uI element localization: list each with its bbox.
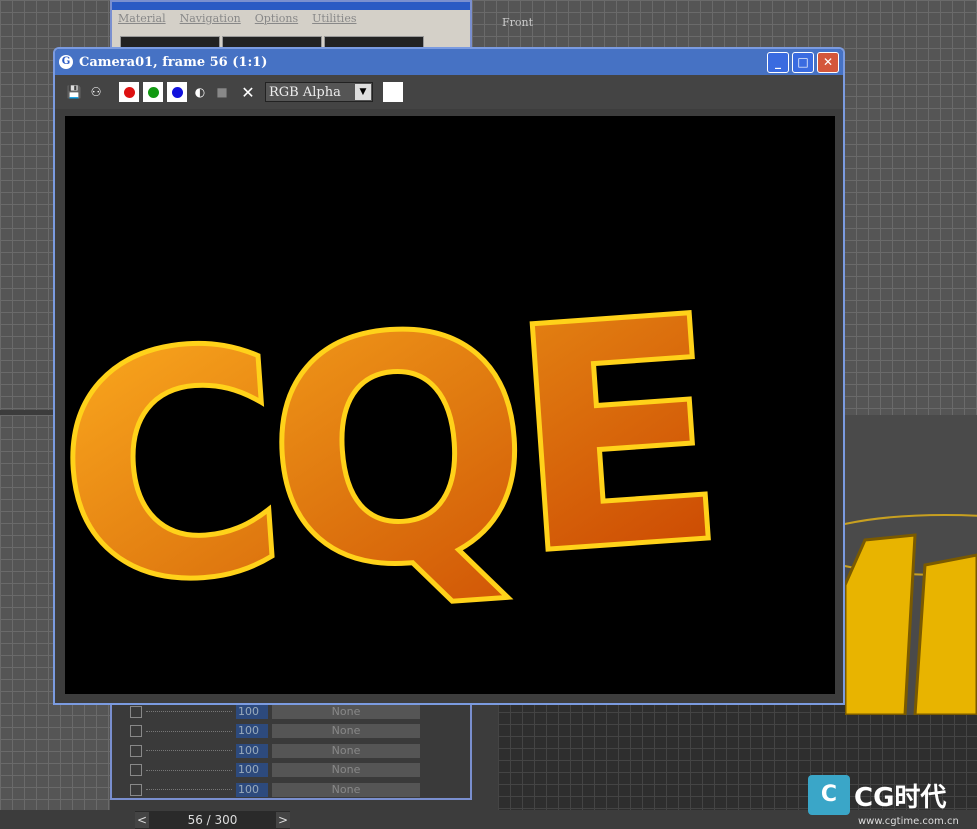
logo-url: www.cgtime.com.cn: [858, 816, 959, 827]
render-toolbar: 💾 ⚇ ◐ ■ ✕ RGB Alpha ▼: [55, 75, 843, 109]
save-icon[interactable]: 💾: [65, 83, 83, 101]
map-button[interactable]: None: [272, 782, 420, 797]
render-window-titlebar[interactable]: G Camera01, frame 56 (1:1) _ □ ✕: [55, 49, 843, 75]
map-button[interactable]: None: [272, 743, 420, 758]
map-row: 100 None: [112, 780, 470, 800]
red-channel-toggle[interactable]: [119, 82, 139, 102]
map-checkbox[interactable]: [130, 783, 142, 796]
previous-frame-icon[interactable]: <: [135, 812, 149, 828]
map-button[interactable]: None: [272, 704, 420, 719]
app-icon: G: [59, 55, 73, 69]
close-button[interactable]: ✕: [817, 51, 839, 73]
map-row: 100 None: [112, 761, 470, 781]
menu-options[interactable]: Options: [255, 12, 298, 25]
map-checkbox[interactable]: [130, 744, 142, 757]
dotted-leader: [146, 730, 232, 732]
red-channel-icon: [123, 86, 135, 98]
perspective-viewport-preview[interactable]: [804, 415, 977, 717]
logo-brand-text: CG时代: [854, 782, 947, 813]
blue-channel-icon: [171, 86, 183, 98]
monochrome-icon[interactable]: ■: [213, 83, 231, 101]
watermark-logo: C CG时代: [808, 775, 946, 815]
green-channel-icon: [147, 86, 159, 98]
dotted-leader: [146, 750, 232, 752]
blue-channel-toggle[interactable]: [167, 82, 187, 102]
amount-spinner[interactable]: 100: [236, 704, 268, 719]
dotted-leader: [146, 789, 232, 791]
color-swatch[interactable]: [383, 82, 403, 102]
rendered-3d-text: CQE: [65, 249, 721, 659]
material-editor-menu: Material Navigation Options Utilities: [112, 10, 470, 27]
amount-spinner[interactable]: 100: [236, 782, 268, 797]
amount-spinner[interactable]: 100: [236, 763, 268, 778]
next-frame-icon[interactable]: >: [276, 812, 290, 828]
map-row: 100 None: [112, 741, 470, 761]
map-checkbox[interactable]: [130, 725, 142, 738]
map-button[interactable]: None: [272, 724, 420, 739]
front-viewport-label[interactable]: Front: [502, 16, 533, 29]
amount-spinner[interactable]: 100: [236, 743, 268, 758]
map-row: 100 None: [112, 722, 470, 742]
frame-counter: 56 / 300: [187, 813, 238, 827]
green-channel-toggle[interactable]: [143, 82, 163, 102]
clear-icon[interactable]: ✕: [235, 83, 261, 102]
logo-icon: C: [808, 775, 850, 815]
rendered-image: CQE: [65, 116, 835, 694]
minimize-button[interactable]: _: [767, 51, 789, 73]
dotted-leader: [146, 769, 232, 771]
amount-spinner[interactable]: 100: [236, 724, 268, 739]
maps-rollout: 100 None 100 None 100 None 100 None 100 …: [110, 700, 472, 800]
render-text: CQE: [65, 251, 718, 656]
rendered-frame-window: G Camera01, frame 56 (1:1) _ □ ✕ 💾 ⚇ ◐ ■…: [53, 47, 845, 705]
perspective-text-preview: [804, 514, 977, 717]
map-button[interactable]: None: [272, 763, 420, 778]
time-slider[interactable]: < 56 / 300 >: [135, 811, 290, 829]
material-editor-titlebar[interactable]: [112, 2, 470, 10]
maximize-button[interactable]: □: [792, 51, 814, 73]
chevron-down-icon[interactable]: ▼: [355, 84, 371, 100]
map-checkbox[interactable]: [130, 764, 142, 777]
channel-display-select[interactable]: RGB Alpha ▼: [265, 82, 373, 102]
menu-navigation[interactable]: Navigation: [180, 12, 241, 25]
map-checkbox[interactable]: [130, 705, 142, 718]
dotted-leader: [146, 711, 232, 713]
alpha-channel-icon[interactable]: ◐: [191, 83, 209, 101]
clone-window-icon[interactable]: ⚇: [87, 83, 105, 101]
menu-material[interactable]: Material: [118, 12, 166, 25]
render-window-title: Camera01, frame 56 (1:1): [79, 54, 268, 70]
channel-display-value: RGB Alpha: [269, 84, 341, 100]
menu-utilities[interactable]: Utilities: [312, 12, 356, 25]
